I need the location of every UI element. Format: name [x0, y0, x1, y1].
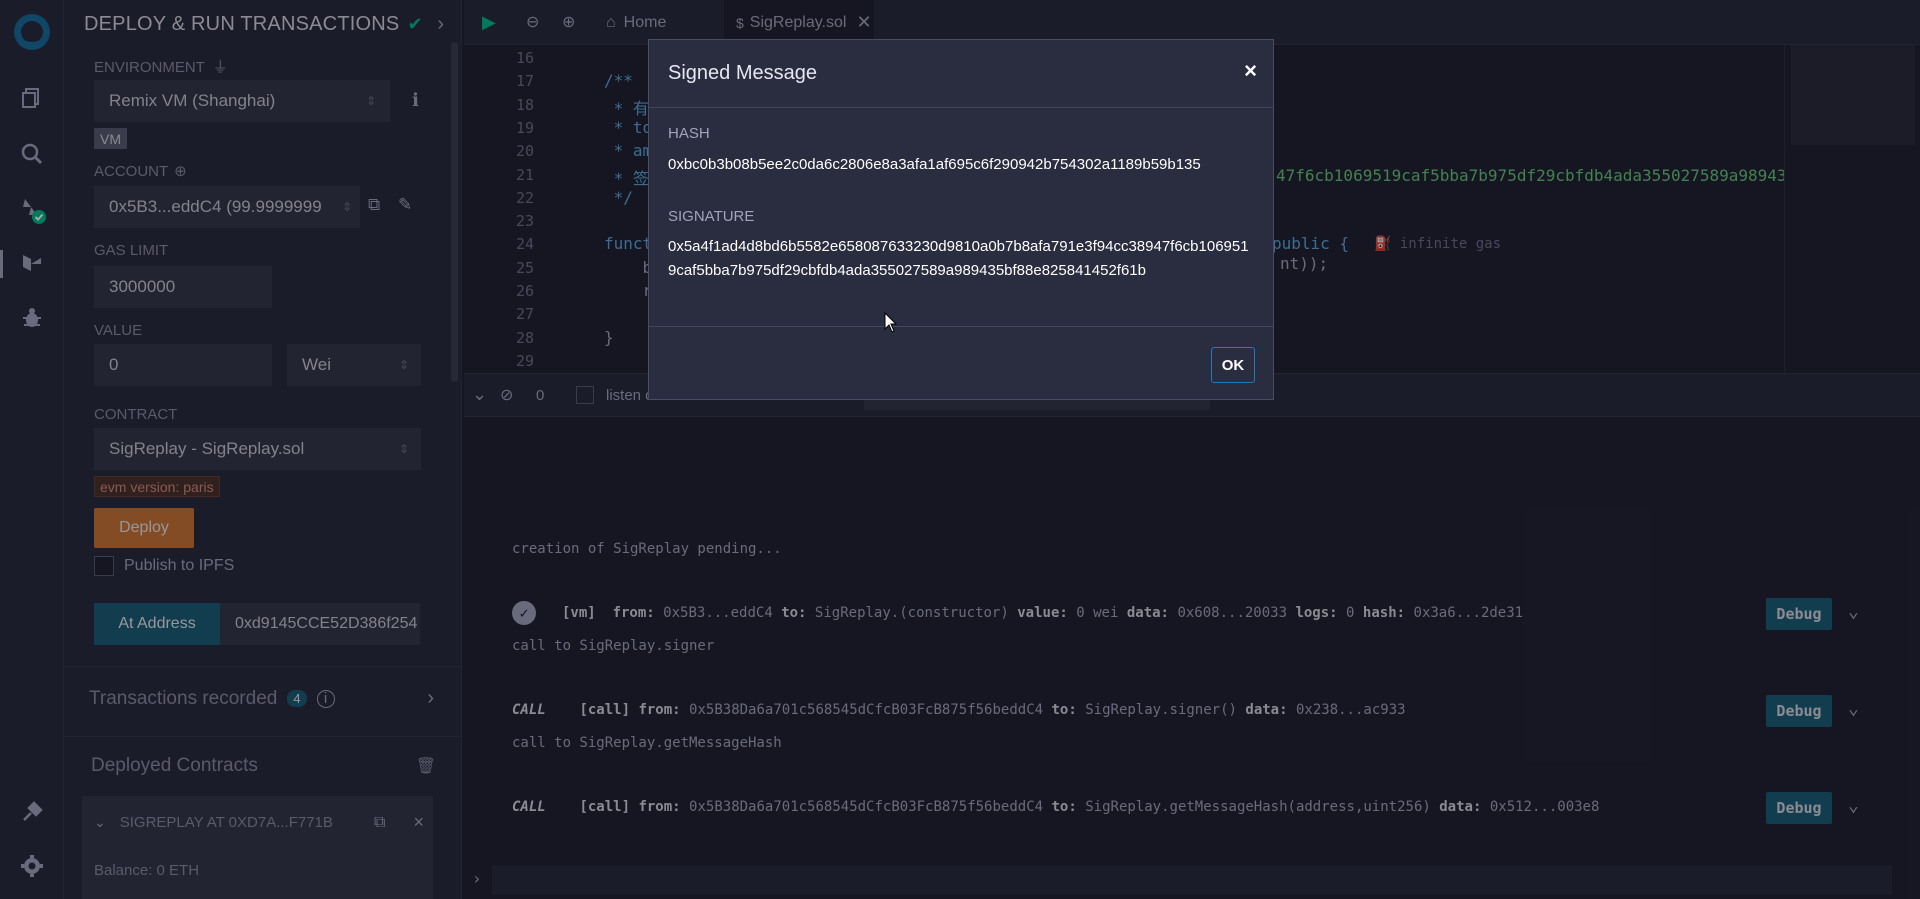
- signature-label: SIGNATURE: [668, 208, 755, 225]
- signature-value: 0x5a4f1ad4d8bd6b5582e658087633230d9810a0…: [668, 238, 1249, 279]
- modal-title: Signed Message: [668, 62, 817, 84]
- signed-message-modal: Signed Message × HASH 0xbc0b3b08b5ee2c0d…: [648, 39, 1274, 400]
- ok-button[interactable]: OK: [1211, 347, 1255, 383]
- mouse-cursor-icon: [884, 312, 898, 333]
- modal-footer: OK: [649, 326, 1273, 400]
- close-icon[interactable]: ×: [1244, 58, 1257, 84]
- hash-value: 0xbc0b3b08b5ee2c0da6c2806e8a3afa1af695c6…: [668, 156, 1201, 173]
- modal-header: Signed Message ×: [649, 40, 1273, 108]
- hash-label: HASH: [668, 125, 710, 142]
